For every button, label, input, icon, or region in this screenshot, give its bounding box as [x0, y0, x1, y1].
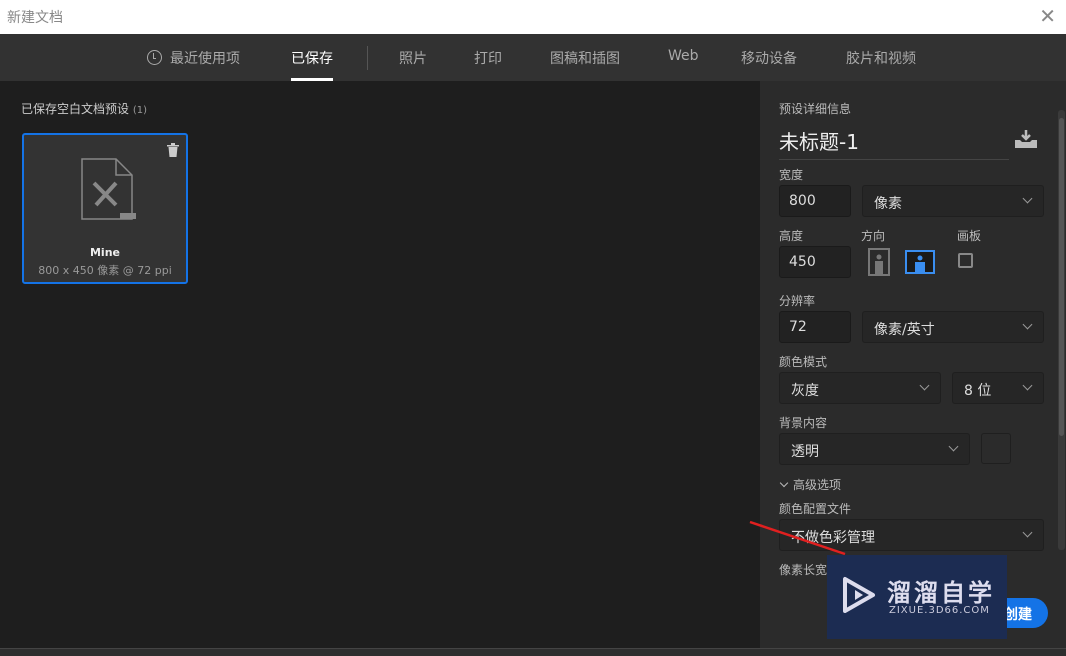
tab-recent[interactable]: 最近使用项	[147, 48, 240, 68]
artboard-checkbox[interactable]	[958, 253, 973, 268]
advanced-options-toggle[interactable]: 高级选项	[779, 476, 841, 493]
background-label: 背景内容	[779, 416, 828, 430]
details-heading: 预设详细信息	[779, 102, 852, 116]
title-bar: 新建文档 ✕	[0, 0, 1066, 34]
background-select[interactable]: 透明	[779, 433, 970, 465]
tab-divider	[367, 46, 368, 70]
height-input[interactable]: 450	[779, 246, 851, 278]
chevron-down-icon	[948, 441, 959, 452]
watermark-cn: 溜溜自学	[887, 579, 995, 607]
artboard-label: 画板	[957, 229, 982, 243]
bit-depth-value: 8 位	[964, 383, 992, 399]
color-mode-label: 颜色模式	[779, 355, 828, 369]
saved-heading-text: 已保存空白文档预设	[21, 102, 130, 116]
chevron-down-icon	[1022, 193, 1033, 204]
color-mode-value: 灰度	[791, 383, 819, 399]
tab-art[interactable]: 图稿和插图	[550, 48, 620, 68]
scrollbar-thumb[interactable]	[1059, 118, 1064, 436]
document-icon	[81, 158, 136, 220]
chevron-down-icon	[1022, 380, 1033, 391]
preset-card[interactable]: Mine 800 x 450 像素 @ 72 ppi	[22, 133, 188, 284]
chevron-down-icon	[779, 478, 789, 488]
chevron-down-icon	[919, 380, 930, 391]
orientation-label: 方向	[861, 229, 886, 243]
red-arrow-annotation	[749, 520, 846, 556]
tab-saved[interactable]: 已保存	[291, 48, 333, 81]
play-logo-icon	[843, 577, 875, 613]
chevron-down-icon	[1022, 527, 1033, 538]
window-title: 新建文档	[7, 10, 63, 26]
tab-mobile[interactable]: 移动设备	[741, 48, 797, 68]
height-label: 高度	[779, 229, 804, 243]
tab-print[interactable]: 打印	[474, 48, 502, 68]
close-icon[interactable]: ✕	[1039, 4, 1056, 28]
width-input[interactable]: 800	[779, 185, 851, 217]
bit-depth-select[interactable]: 8 位	[952, 372, 1044, 404]
width-label: 宽度	[779, 168, 804, 182]
color-profile-label: 颜色配置文件	[779, 502, 852, 516]
background-color-swatch[interactable]	[981, 433, 1011, 464]
watermark: 溜溜自学 ZIXUE.3D66.COM	[827, 555, 1007, 639]
chevron-down-icon	[1022, 319, 1033, 330]
saved-heading: 已保存空白文档预设 (1)	[21, 100, 147, 117]
preset-name: Mine	[89, 246, 120, 259]
saved-count: (1)	[132, 105, 148, 116]
bottom-bar	[0, 648, 1066, 656]
tab-film[interactable]: 胶片和视频	[846, 48, 916, 68]
width-unit-select[interactable]: 像素	[862, 185, 1044, 217]
resolution-input[interactable]: 72	[779, 311, 851, 343]
trash-icon[interactable]	[167, 143, 179, 157]
preset-meta: 800 x 450 像素 @ 72 ppi	[38, 264, 172, 277]
resolution-label: 分辨率	[779, 294, 816, 308]
pixel-aspect-label: 像素长宽	[779, 563, 828, 577]
landscape-icon[interactable]	[905, 250, 935, 274]
document-name-input[interactable]: 未标题-1	[779, 126, 1009, 160]
tab-web[interactable]: Web	[668, 48, 699, 64]
advanced-label: 高级选项	[793, 478, 842, 492]
background-value: 透明	[791, 444, 819, 460]
portrait-icon[interactable]	[868, 248, 890, 276]
clock-icon	[147, 50, 162, 65]
tab-photo[interactable]: 照片	[399, 48, 427, 68]
watermark-en: ZIXUE.3D66.COM	[889, 605, 990, 616]
category-tabs: 最近使用项 已保存 照片 打印 图稿和插图 Web 移动设备 胶片和视频	[0, 34, 1066, 81]
color-mode-select[interactable]: 灰度	[779, 372, 941, 404]
resolution-unit-value: 像素/英寸	[874, 322, 935, 338]
width-unit-value: 像素	[874, 196, 902, 212]
resolution-unit-select[interactable]: 像素/英寸	[862, 311, 1044, 343]
save-preset-icon[interactable]	[1015, 130, 1037, 148]
tab-label: 最近使用项	[170, 51, 240, 67]
